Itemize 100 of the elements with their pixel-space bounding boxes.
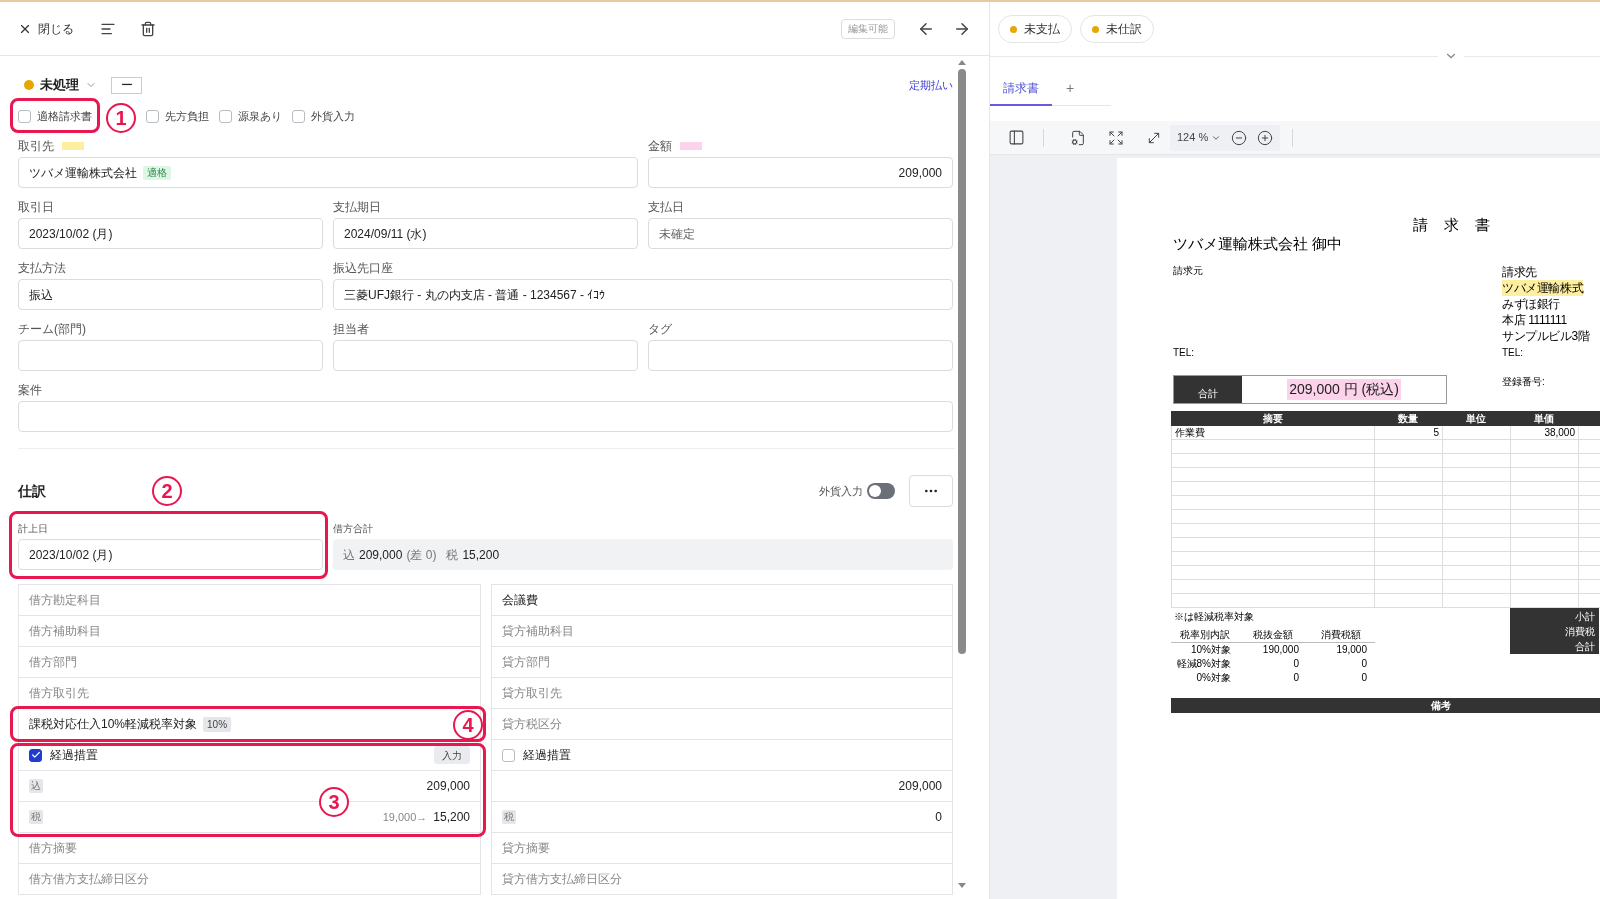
add-tab-button[interactable]: + (1052, 71, 1089, 105)
mode-button[interactable]: ー (111, 76, 142, 94)
tax-category[interactable]: 課税対応仕入10%軽減税率対象 (29, 715, 198, 733)
document-settings-icon[interactable] (1070, 129, 1086, 146)
qualified-badge: 適格 (143, 165, 171, 180)
tax-cell-text: 0%対象 (1195, 671, 1232, 685)
tax-cell-text: 10%対象 (1190, 643, 1232, 657)
journal-field[interactable]: 借方勘定科目 (19, 585, 480, 616)
invoice-column-header: 数量 (1397, 412, 1419, 426)
document-tab[interactable]: 請求書 (990, 72, 1052, 106)
checkbox-label: 源泉あり (238, 108, 282, 124)
journal-field[interactable]: 貸方補助科目 (492, 616, 952, 647)
invoice-column-header: 摘要 (1261, 412, 1284, 426)
amount-value[interactable]: 15,200 (433, 808, 470, 826)
row-badge: 込 (29, 779, 43, 793)
billing-line: 請求先 (1502, 264, 1537, 280)
checkbox[interactable] (219, 109, 232, 123)
tax-cell-text: 0 (1360, 671, 1368, 685)
billing-line: サンプルビル3階 (1502, 328, 1590, 344)
sidebar-icon[interactable] (1008, 129, 1025, 146)
summary-box: 小計 消費税 合計 (1510, 608, 1599, 654)
remarks-bar: 備考 (1171, 698, 1600, 713)
journal-field[interactable]: 貸方部門 (492, 647, 952, 678)
invoice-cell: 5 (1433, 427, 1439, 438)
journal-field[interactable]: 借方借方支払締日区分 (19, 864, 480, 895)
step-number: 3 (319, 787, 349, 817)
section-title: 仕訳 (18, 481, 46, 501)
total-summary: 込 209,000 (差 0) 税 15,200 (333, 539, 953, 570)
tax-note: ※は軽減税率対象 (1174, 610, 1254, 624)
input-field[interactable]: 2024/09/11 (水) (333, 218, 638, 249)
fullscreen-icon[interactable] (1108, 129, 1124, 146)
zoom-in-icon[interactable] (1257, 129, 1274, 146)
invoice-cell: 作業費 (1175, 427, 1205, 438)
amount-value[interactable]: 0 (935, 808, 942, 826)
checkbox[interactable] (18, 109, 31, 123)
step-number: 4 (453, 710, 483, 740)
row-badge: 税 (29, 810, 43, 824)
tax-column-header: 税抜金額 (1252, 628, 1294, 642)
checkbox-label: 外貨入力 (311, 108, 355, 124)
input-field[interactable]: 2023/10/02 (月) (18, 539, 323, 570)
input-button[interactable]: 入力 (434, 746, 470, 764)
journal-field[interactable]: 借方摘要 (19, 833, 480, 864)
checkbox[interactable] (292, 109, 305, 123)
billing-line: 本店 1111111 (1502, 312, 1567, 328)
input-field[interactable]: 未確定 (648, 218, 953, 249)
edit-status-badge: 編集可能 (841, 18, 895, 39)
journal-field[interactable]: 借方補助科目 (19, 616, 480, 647)
field-label: 取引日 (18, 199, 54, 216)
input-field[interactable]: 2023/10/02 (月) (18, 218, 323, 249)
tax-cell-text: 190,000 (1261, 643, 1300, 657)
amount-value[interactable]: 209,000 (898, 777, 942, 795)
input-field[interactable] (333, 340, 638, 371)
previous-amount: 19,000→ (382, 809, 428, 825)
journal-field[interactable]: 貸方借方支払締日区分 (492, 864, 952, 895)
invoice-title: 請 求 書 (1413, 216, 1497, 234)
toggle-switch[interactable] (867, 483, 895, 499)
tax-rate-badge: 10% (203, 716, 232, 732)
close-button[interactable]: 閉じる (18, 19, 74, 38)
input-field[interactable]: 振込 (18, 279, 323, 310)
journal-field[interactable]: 貸方摘要 (492, 833, 952, 864)
field-label: 振込先口座 (333, 260, 393, 277)
input-field[interactable] (648, 340, 953, 371)
tax-column-header: 消費税額 (1320, 628, 1362, 642)
tax-cell-text: 0 (1360, 657, 1368, 671)
field-label: 支払方法 (18, 260, 66, 277)
checkbox-label: 経過措置 (523, 747, 571, 764)
tax-cell-text: 軽減8%対象 (1175, 657, 1232, 671)
billing-tel: TEL: (1502, 346, 1524, 360)
field-label: 借方合計 (333, 521, 373, 536)
input-field[interactable]: 三菱UFJ銀行 - 丸の内支店 - 普通 - 1234567 - ｲｺｳ (333, 279, 953, 310)
input-field[interactable]: ツバメ運輸株式会社 適格 (18, 157, 638, 188)
invoice-column-header: 単位 (1465, 412, 1487, 426)
amount-value[interactable]: 209,000 (426, 777, 470, 795)
field-label: 支払期日 (333, 199, 381, 216)
checkbox[interactable] (146, 109, 159, 123)
issuer-tel: TEL: (1173, 346, 1195, 360)
journal-field[interactable]: 借方取引先 (19, 678, 480, 709)
journal-field[interactable]: 貸方取引先 (492, 678, 952, 709)
checkbox-label: 経過措置 (50, 747, 98, 764)
input-field[interactable]: 209,000 (648, 157, 953, 188)
step-number: 1 (106, 102, 136, 133)
tax-column-header: 税率別内訳 (1179, 628, 1231, 642)
field-label: チーム(部門) (18, 321, 86, 338)
zoom-select[interactable]: 124 % (1177, 129, 1222, 146)
recurring-link[interactable]: 定期払い (909, 76, 953, 94)
zoom-out-icon[interactable] (1231, 129, 1248, 146)
journal-field[interactable]: 借方部門 (19, 647, 480, 678)
checkbox[interactable] (29, 748, 42, 762)
invoice-total-box: 合計 209,000 円 (税込) (1173, 375, 1447, 404)
input-field[interactable] (18, 340, 323, 371)
field-label: 金額 (648, 138, 672, 155)
tax-cell-text: 0 (1292, 657, 1300, 671)
trash-icon[interactable] (140, 20, 156, 37)
journal-field[interactable]: 貸方税区分 (492, 709, 952, 740)
journal-field[interactable]: 会議費 (492, 585, 952, 616)
input-field[interactable] (18, 401, 953, 432)
status-dropdown[interactable]: 未処理 (40, 75, 97, 95)
toggle-label: 外貨入力 (819, 483, 863, 499)
scrollbar[interactable] (957, 60, 966, 888)
checkbox[interactable] (502, 748, 515, 762)
